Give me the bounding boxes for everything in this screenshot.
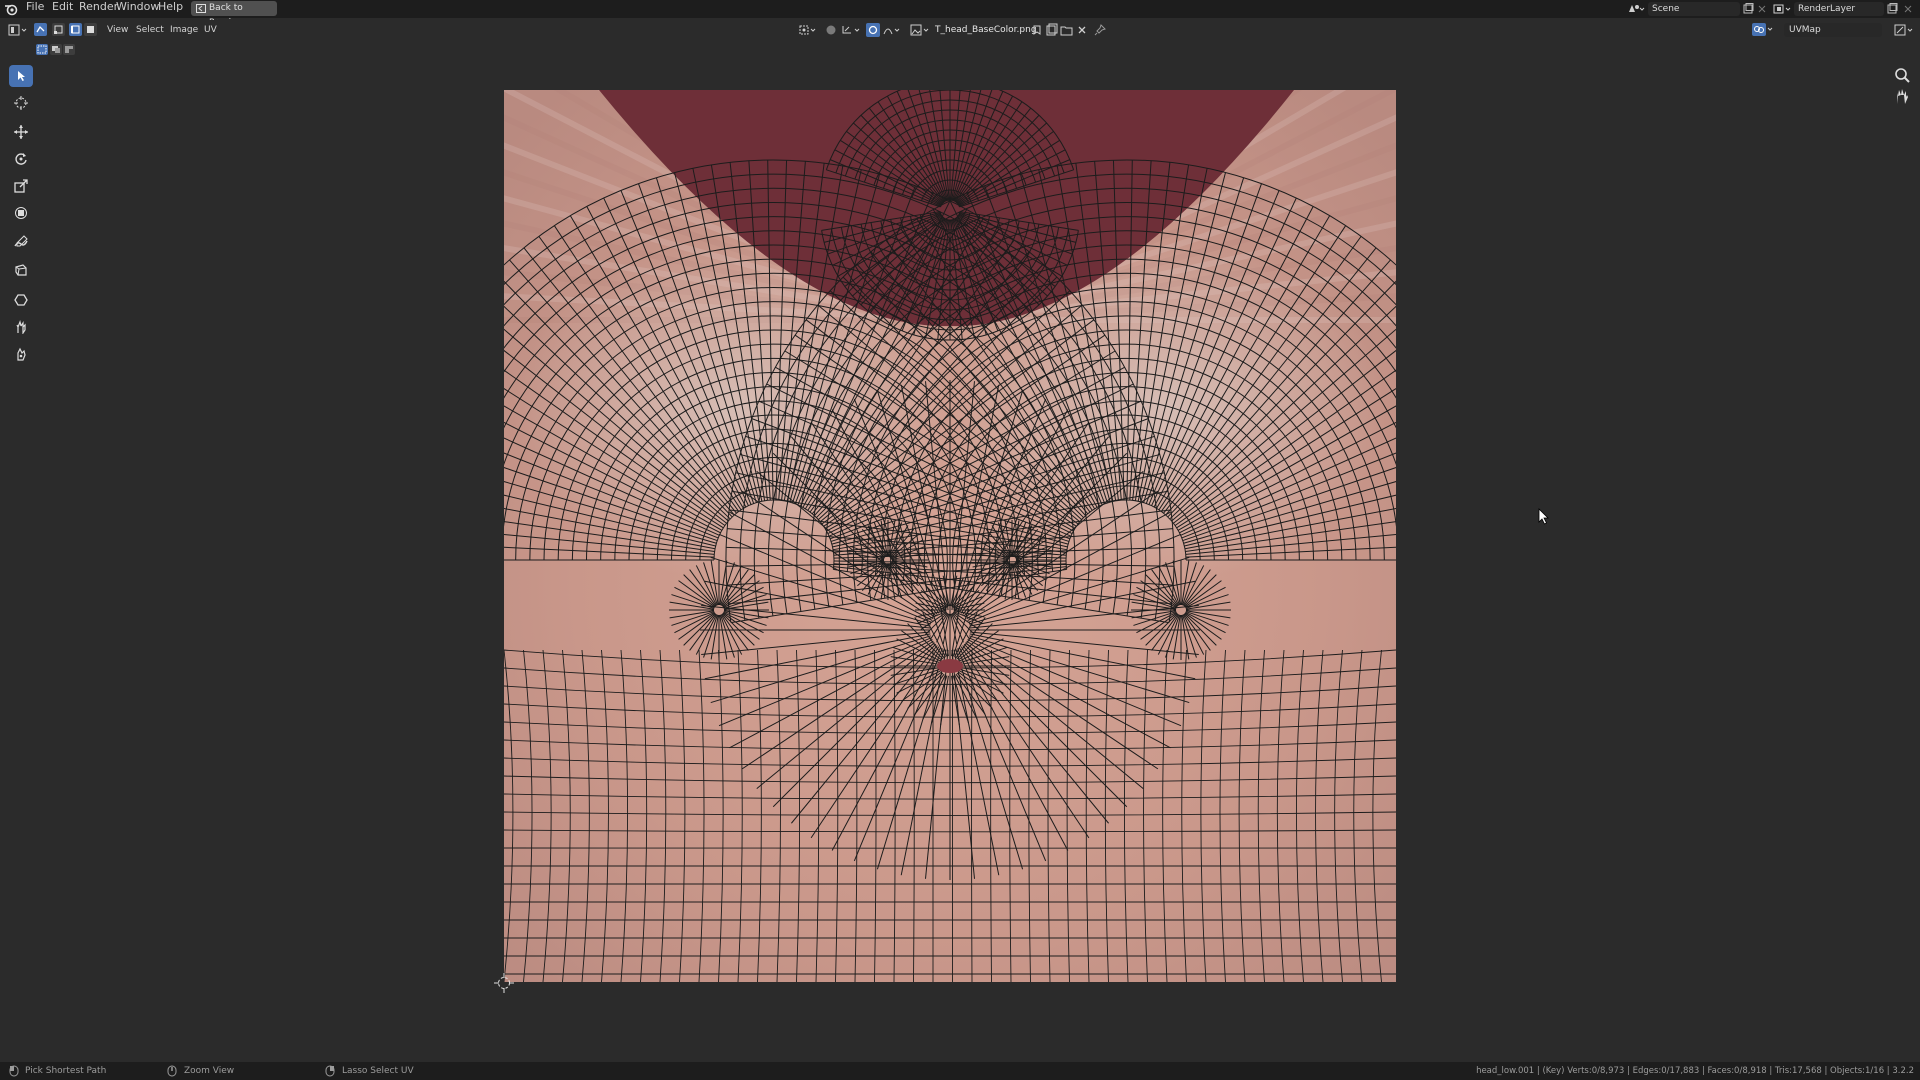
scene-selector-icon[interactable] — [1626, 2, 1646, 16]
open-image-icon[interactable] — [1060, 23, 1074, 37]
overlay-toggle-icon[interactable] — [1752, 22, 1774, 37]
tool-annotate[interactable] — [9, 231, 33, 253]
tool-annotate-polygon[interactable] — [9, 259, 33, 281]
select-mode-extend[interactable] — [50, 44, 62, 55]
uv-map-field[interactable]: UVMap — [1784, 23, 1882, 37]
menu-window[interactable]: Window — [116, 0, 159, 13]
tool-cursor[interactable] — [9, 92, 33, 114]
status-zoom-view: Zoom View — [184, 1066, 235, 1076]
uv-sync-selection-toggle[interactable] — [34, 23, 47, 36]
tool-scale[interactable] — [9, 175, 33, 197]
editor-type-icon[interactable] — [8, 23, 27, 37]
status-lasso-select-uv: Lasso Select UV — [342, 1066, 414, 1076]
mouse-right-icon — [325, 1065, 335, 1077]
sidebar-toggle-icon[interactable] — [1894, 23, 1913, 37]
new-view-layer-icon[interactable] — [1886, 3, 1898, 15]
scene-name-field[interactable]: Scene — [1648, 2, 1740, 16]
status-pick-shortest-path: Pick Shortest Path — [25, 1066, 107, 1076]
select-mode-new[interactable] — [36, 44, 48, 55]
snap-toggle-icon[interactable] — [866, 23, 880, 37]
zoom-view-icon[interactable] — [1892, 65, 1912, 85]
render-layer-icon[interactable] — [1772, 2, 1792, 16]
proportional-editing-icon[interactable] — [882, 23, 900, 37]
uv-mesh-svg — [504, 90, 1396, 982]
vertex-select-mode[interactable] — [52, 23, 65, 36]
tool-grab[interactable] — [9, 316, 33, 338]
header-menu-uv[interactable]: UV — [201, 23, 220, 37]
mouse-left-icon — [9, 1065, 19, 1077]
menu-render[interactable]: Render — [79, 0, 118, 13]
tool-transform[interactable] — [9, 202, 33, 224]
tool-rotate[interactable] — [9, 148, 33, 170]
menu-edit[interactable]: Edit — [52, 0, 73, 13]
2d-cursor-icon[interactable] — [494, 973, 514, 993]
fake-user-icon[interactable] — [1030, 23, 1044, 37]
back-to-previous-button[interactable]: Back to Previous — [191, 1, 277, 28]
mouth-opening — [937, 659, 963, 673]
menu-help[interactable]: Help — [158, 0, 183, 13]
header-menu-select[interactable]: Select — [133, 23, 167, 37]
unlink-image-icon[interactable] — [1075, 23, 1089, 37]
delete-view-layer-icon[interactable] — [1902, 3, 1914, 15]
mouse-middle-icon — [167, 1065, 177, 1077]
browse-image-icon[interactable] — [910, 23, 929, 37]
image-name-field[interactable]: T_head_BaseColor.png — [935, 23, 1037, 37]
header-menu-view[interactable]: View — [104, 23, 131, 37]
edge-select-mode[interactable] — [69, 23, 82, 36]
uv-texture-canvas[interactable] — [504, 90, 1396, 982]
tool-select-box[interactable] — [9, 65, 33, 87]
scene-statistics: head_low.001 | (Key) Verts:0/8,973 | Edg… — [1476, 1066, 1914, 1076]
new-scene-icon[interactable] — [1742, 3, 1754, 15]
render-layer-field[interactable]: RenderLayer — [1794, 2, 1884, 16]
new-image-icon[interactable] — [1045, 23, 1059, 37]
tool-rip-region[interactable] — [9, 289, 33, 311]
sticky-selection-icon[interactable] — [824, 23, 838, 37]
tool-pinch[interactable] — [9, 343, 33, 365]
pin-image-icon[interactable] — [1093, 23, 1107, 37]
face-select-mode[interactable] — [84, 23, 97, 36]
mouse-pointer-icon — [1538, 508, 1550, 526]
snap-settings-icon[interactable] — [840, 23, 860, 37]
blender-logo-icon[interactable] — [4, 2, 18, 16]
delete-scene-icon[interactable] — [1756, 3, 1768, 15]
back-icon — [196, 4, 206, 13]
pivot-point-icon[interactable] — [798, 23, 816, 37]
tool-move[interactable] — [9, 121, 33, 143]
header-menu-image[interactable]: Image — [167, 23, 201, 37]
select-mode-subtract[interactable] — [63, 44, 75, 55]
menu-file[interactable]: File — [26, 0, 44, 13]
pan-view-icon[interactable] — [1892, 87, 1912, 107]
